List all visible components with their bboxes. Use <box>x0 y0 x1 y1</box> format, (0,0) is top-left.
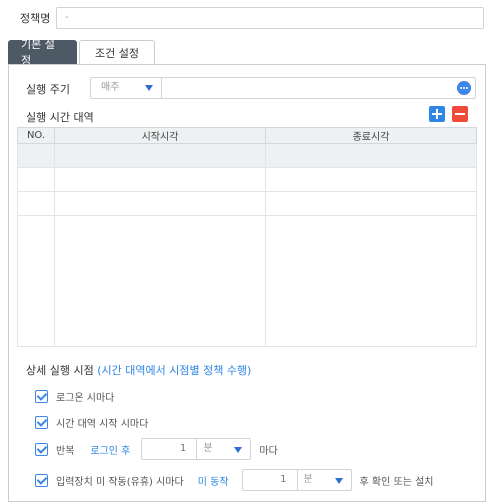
plus-icon[interactable] <box>429 106 445 122</box>
option-keyword: 미 동작 <box>197 476 229 488</box>
tab-basic-settings[interactable]: 기본 설정 <box>8 38 77 67</box>
idle-unit-select[interactable]: 분 <box>297 469 352 491</box>
option-repeat[interactable]: 반복 로그인 후 1 분 마다 <box>35 438 278 460</box>
checkbox-icon[interactable] <box>35 415 48 429</box>
idle-interval-input[interactable]: 1 <box>241 469 298 491</box>
detail-title-text: 상세 실행 시점 <box>26 364 94 377</box>
option-logon[interactable]: 로그온 시마다 <box>35 388 114 404</box>
column-header-end-time[interactable]: 종료시각 <box>265 127 477 144</box>
detail-title-note: (시간 대역에서 시점별 정책 수행) <box>97 364 252 377</box>
unit-value: 분 <box>303 474 313 485</box>
option-idle[interactable]: 입력장치 미 작동(유휴) 시마다 미 동작 1 분 후 확인 또는 설치 <box>35 469 434 491</box>
execution-cycle-label: 실행 주기 <box>26 83 70 96</box>
repeat-unit-select[interactable]: 분 <box>197 438 252 460</box>
option-suffix: 마다 <box>259 445 278 457</box>
column-header-start-time[interactable]: 시작시각 <box>54 127 266 144</box>
option-label: 로그온 시마다 <box>56 392 115 404</box>
minus-icon[interactable] <box>452 106 468 122</box>
option-label: 반복 <box>56 445 75 457</box>
settings-tabs: 기본 설정 조건 설정 <box>8 38 155 67</box>
execution-cycle-select[interactable]: 매주 <box>90 77 162 99</box>
chevron-down-icon <box>334 478 343 484</box>
checkbox-icon[interactable] <box>35 442 48 456</box>
option-keyword: 로그인 후 <box>90 445 131 457</box>
policy-name-input[interactable]: - <box>56 7 484 29</box>
checkbox-icon[interactable] <box>35 389 48 403</box>
tab-condition-settings[interactable]: 조건 설정 <box>79 40 155 64</box>
repeat-interval-input[interactable]: 1 <box>141 438 198 460</box>
chevron-down-icon <box>145 85 153 91</box>
table-row[interactable] <box>17 191 477 217</box>
unit-value: 분 <box>203 443 213 454</box>
time-range-table: NO. 시작시각 종료시각 <box>17 127 477 347</box>
option-range-start[interactable]: 시간 대역 시작 시마다 <box>35 414 148 430</box>
column-header-no[interactable]: NO. <box>17 127 55 144</box>
policy-name-label: 정책명 <box>20 12 51 25</box>
chevron-down-icon <box>234 447 243 453</box>
table-row[interactable] <box>17 167 477 193</box>
option-label: 시간 대역 시작 시마다 <box>56 418 149 430</box>
option-label: 입력장치 미 작동(유휴) 시마다 <box>56 476 184 488</box>
execution-cycle-value: 매주 <box>101 82 120 93</box>
checkbox-icon[interactable] <box>35 473 48 487</box>
execution-cycle-field[interactable] <box>162 77 476 99</box>
execution-cycle-row: 실행 주기 매주 <box>26 77 478 99</box>
time-range-label: 실행 시간 대역 <box>26 111 94 124</box>
table-row <box>17 215 477 347</box>
policy-name-row: 정책명 - <box>20 7 484 29</box>
table-row[interactable] <box>17 142 477 169</box>
detail-execution-title: 상세 실행 시점 (시간 대역에서 시점별 정책 수행) <box>26 362 251 378</box>
basic-settings-panel: 실행 주기 매주 실행 시간 대역 NO. 시작시각 종료시각 상세 실행 시점… <box>8 64 486 502</box>
option-suffix: 후 확인 또는 설치 <box>359 476 434 488</box>
more-icon[interactable] <box>457 81 471 95</box>
